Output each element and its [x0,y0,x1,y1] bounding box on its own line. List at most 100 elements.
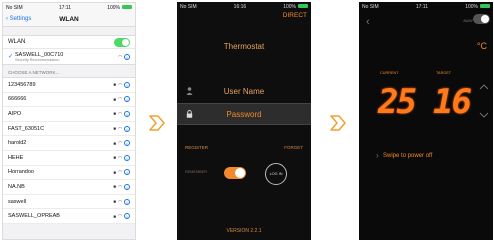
password-field[interactable]: Password [177,103,311,125]
away-label: AWAY [463,19,473,23]
network-row[interactable]: saswell ■ ◠ i [3,195,135,210]
swipe-power-off[interactable]: Swipe to power off [383,153,432,159]
info-icon[interactable]: i [124,96,130,103]
checkmark-icon: ✓ [8,54,14,60]
target-temperature: 16 [433,82,472,122]
register-link[interactable]: REGISTER [185,145,208,150]
battery-indicator: 100% [107,5,132,11]
back-chevron-icon[interactable]: ‹ [366,16,370,28]
wlan-toggle-row: WLAN [3,35,135,49]
wifi-signal-icon: ◠ [118,198,122,204]
login-button[interactable]: LOG IN [265,163,287,185]
time-text: 17:11 [415,3,429,10]
network-row[interactable]: harold2 ■ ◠ i [3,136,135,151]
current-network-row[interactable]: ✓ SASWELL_00C710 Security Recommendation… [3,49,135,65]
info-icon[interactable]: i [124,183,130,190]
wifi-signal-icon: ◠ [118,96,122,102]
network-row[interactable]: Horrandoo ■ ◠ i [3,166,135,181]
info-icon[interactable]: i [124,81,130,88]
arrow-right-icon [149,115,165,131]
forget-link[interactable]: FORGET [284,145,303,150]
carrier-text: No SIM [180,3,197,10]
lock-icon: ■ [113,169,117,175]
battery-icon [297,4,308,9]
current-network-subtitle: Security Recommendation [15,57,60,62]
lock-icon: ■ [113,82,117,88]
network-name: SASWELL_OPREAB [8,213,60,220]
current-temperature: 25 [378,82,417,122]
target-label: TARGET [436,71,452,75]
wifi-signal-icon: ◠ [118,213,122,219]
wlan-label: WLAN [8,39,26,45]
battery-indicator: 100% [283,4,308,10]
direct-button[interactable]: DIRECT [283,12,307,19]
battery-icon [480,4,490,9]
battery-percent: 100% [107,4,120,11]
remember-label: REMEMBER [185,170,207,174]
network-name: AIPO [8,110,22,117]
network-row[interactable]: 666666 ■ ◠ i [3,93,135,108]
password-placeholder: Password [226,109,262,119]
wifi-signal-icon: ◠ [118,183,122,189]
info-icon[interactable]: i [124,125,130,132]
lock-icon: ■ [113,126,117,132]
network-list: 123456789 ■ ◠ i 666666 ■ ◠ i AIPO ■ ◠ i FAST_6305… [3,77,135,224]
wlan-toggle[interactable] [114,37,130,47]
auth-links: REGISTER FORGET [185,145,303,150]
arrow-right-icon [330,115,346,131]
lock-icon [177,110,201,118]
chevron-down-icon[interactable] [479,110,489,120]
login-label: LOG IN [269,172,283,176]
current-label: CURRENT [380,71,399,75]
wifi-signal-icon: ◠ [118,110,122,116]
lock-icon: ■ [113,96,117,102]
away-toggle[interactable] [473,14,490,24]
network-name: NA.NB [8,183,25,190]
wifi-signal-icon: ◠ [118,125,122,131]
temperature-unit[interactable]: °C [477,41,487,51]
network-row[interactable]: NA.NB ■ ◠ i [3,180,135,195]
network-row[interactable]: AIPO ■ ◠ i [3,107,135,122]
info-icon[interactable]: i [124,154,130,161]
lock-icon: ■ [113,184,117,190]
status-bar: No SIM 17:11 100% [359,2,493,11]
network-name: 666666 [8,96,27,103]
wifi-signal-icon: ◠ [118,169,122,175]
battery-percent: 100% [283,3,296,10]
wifi-signal-icon: ◠ [118,53,122,59]
info-icon[interactable]: i [124,198,130,205]
username-field[interactable]: User Name [177,80,311,102]
network-row[interactable]: FAST_63051C ■ ◠ i [3,122,135,137]
wifi-signal-icon: ◠ [118,140,122,146]
info-icon[interactable]: i [124,213,130,220]
network-name: Horrandoo [8,169,34,176]
chevron-up-icon[interactable] [479,82,489,92]
lock-icon: ■ [113,155,117,161]
remember-toggle[interactable] [224,167,246,179]
network-row[interactable]: HEHE ■ ◠ i [3,151,135,166]
user-icon [177,87,201,95]
nav-bar: ‹ Settings WLAN [3,12,135,27]
network-name: HEHE [8,154,24,161]
lock-icon: ■ [113,111,117,117]
network-name: saswell [8,198,27,205]
lock-icon: ■ [113,140,117,146]
network-name: FAST_63051C [8,125,45,132]
info-icon[interactable]: i [124,53,130,60]
network-row[interactable]: SASWELL_OPREAB ■ ◠ i [3,209,135,224]
lock-icon: ■ [113,199,117,205]
battery-icon [122,5,132,10]
login-screen: No SIM 16:16 100% DIRECT Thermostat User… [177,2,311,240]
info-icon[interactable]: i [124,140,130,147]
network-row[interactable]: 123456789 ■ ◠ i [3,78,135,93]
lock-icon: ■ [113,213,117,219]
time-text: 16:16 [233,3,247,10]
version-text: VERSION 2.2.1 [226,228,262,234]
info-icon[interactable]: i [124,169,130,176]
username-placeholder: User Name [223,86,265,96]
info-icon[interactable]: i [124,110,130,117]
status-bar: No SIM 17:11 100% [3,3,135,12]
page-title: WLAN [59,15,79,23]
carrier-text: No SIM [362,3,379,10]
status-bar: No SIM 16:16 100% [177,2,311,11]
